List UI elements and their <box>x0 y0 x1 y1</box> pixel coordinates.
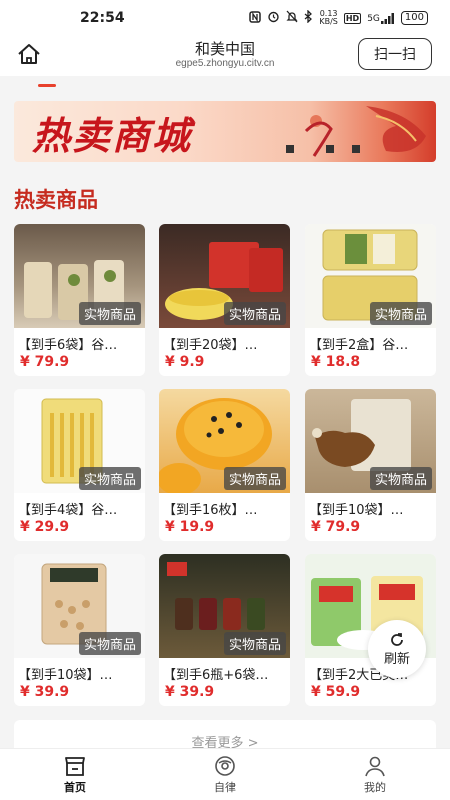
product-name: 【到手20袋】… <box>163 338 258 353</box>
promo-banner[interactable]: 热卖商城 <box>14 101 436 162</box>
product-name: 【到手4袋】谷… <box>18 503 118 518</box>
product-price: ¥ 9.9 <box>165 354 205 370</box>
product-tag: 实物商品 <box>369 467 432 490</box>
product-price: ¥ 39.9 <box>20 684 70 700</box>
refresh-label: 刷新 <box>383 651 410 667</box>
shop-icon <box>65 756 85 776</box>
product-tag: 实物商品 <box>78 302 141 325</box>
product-name: 【到手2盒】谷… <box>309 338 409 353</box>
main-content[interactable]: 热卖商城 热卖商品 实物商品 【到手6袋】谷… ¥ 79.9 实物商品 【到手2… <box>0 76 450 748</box>
network-speed: 0.13 KB/S <box>319 10 338 26</box>
product-card[interactable]: 实物商品 【到手16枚】… ¥ 19.9 <box>159 389 290 541</box>
bluetooth-icon <box>304 9 313 26</box>
product-tag: 实物商品 <box>78 632 141 655</box>
product-name: 【到手6瓶+6袋… <box>163 668 269 683</box>
battery-indicator: 100 <box>400 11 428 25</box>
product-card[interactable]: 实物商品 【到手4袋】谷… ¥ 29.9 <box>14 389 145 541</box>
product-card[interactable]: 实物商品 【到手6袋】谷… ¥ 79.9 <box>14 224 145 376</box>
status-time: 22:54 <box>80 10 125 26</box>
scan-button[interactable]: 扫一扫 <box>358 38 432 70</box>
nav-label: 自律 <box>214 780 236 794</box>
view-more-button[interactable]: 查看更多 > <box>14 720 436 748</box>
section-title: 热卖商品 <box>14 188 98 212</box>
product-price: ¥ 18.8 <box>311 354 361 370</box>
signal-label: 5G <box>367 13 380 24</box>
product-name: 【到手6袋】谷… <box>18 338 118 353</box>
tab-indicator <box>38 84 56 87</box>
product-tag: 实物商品 <box>369 302 432 325</box>
product-card[interactable]: 实物商品 【到手20袋】… ¥ 9.9 <box>159 224 290 376</box>
product-tag: 实物商品 <box>223 632 286 655</box>
status-icons: 0.13 KB/S HD 5G 100 <box>249 9 428 26</box>
product-price: ¥ 19.9 <box>165 519 215 535</box>
product-card[interactable]: 实物商品 【到手6瓶+6袋… ¥ 39.9 <box>159 554 290 706</box>
product-tag: 实物商品 <box>223 467 286 490</box>
nav-item-discipline[interactable]: 自律 <box>150 749 300 800</box>
header: 和美中国 egpe5.zhongyu.citv.cn 扫一扫 <box>0 36 450 76</box>
banner-title: 热卖商城 <box>32 114 193 158</box>
product-price: ¥ 79.9 <box>20 354 70 370</box>
profile-icon <box>365 756 385 776</box>
product-price: ¥ 59.9 <box>311 684 361 700</box>
product-price: ¥ 79.9 <box>311 519 361 535</box>
banner-dragon-image <box>286 106 426 157</box>
refresh-icon <box>391 632 403 646</box>
signal-indicator: 5G <box>367 12 395 24</box>
mute-icon <box>286 10 298 26</box>
product-name: 【到手16枚】… <box>163 503 258 518</box>
signal-bars-icon <box>380 12 394 24</box>
alarm-icon <box>267 10 280 26</box>
network-speed-unit: KB/S <box>319 17 338 26</box>
nav-item-profile[interactable]: 我的 <box>300 749 450 800</box>
product-name: 【到手10袋】… <box>309 503 404 518</box>
product-price: ¥ 39.9 <box>165 684 215 700</box>
nfc-icon <box>249 10 262 26</box>
discipline-icon <box>215 755 235 776</box>
refresh-button[interactable]: 刷新 <box>368 620 426 678</box>
status-bar: 22:54 0.13 KB/S HD 5G 100 <box>0 0 450 36</box>
nav-label: 首页 <box>64 780 86 794</box>
nav-item-home[interactable]: 首页 <box>0 749 150 800</box>
product-tag: 实物商品 <box>223 302 286 325</box>
product-card[interactable]: 实物商品 【到手2盒】谷… ¥ 18.8 <box>305 224 436 376</box>
bottom-nav: 首页 自律 我的 <box>0 748 450 800</box>
hd-badge: HD <box>343 12 362 24</box>
product-tag: 实物商品 <box>78 467 141 490</box>
product-name: 【到手10袋】… <box>18 668 113 683</box>
product-card[interactable]: 实物商品 【到手10袋】… ¥ 39.9 <box>14 554 145 706</box>
product-price: ¥ 29.9 <box>20 519 70 535</box>
nav-label: 我的 <box>364 780 386 794</box>
product-card[interactable]: 实物商品 【到手10袋】… ¥ 79.9 <box>305 389 436 541</box>
